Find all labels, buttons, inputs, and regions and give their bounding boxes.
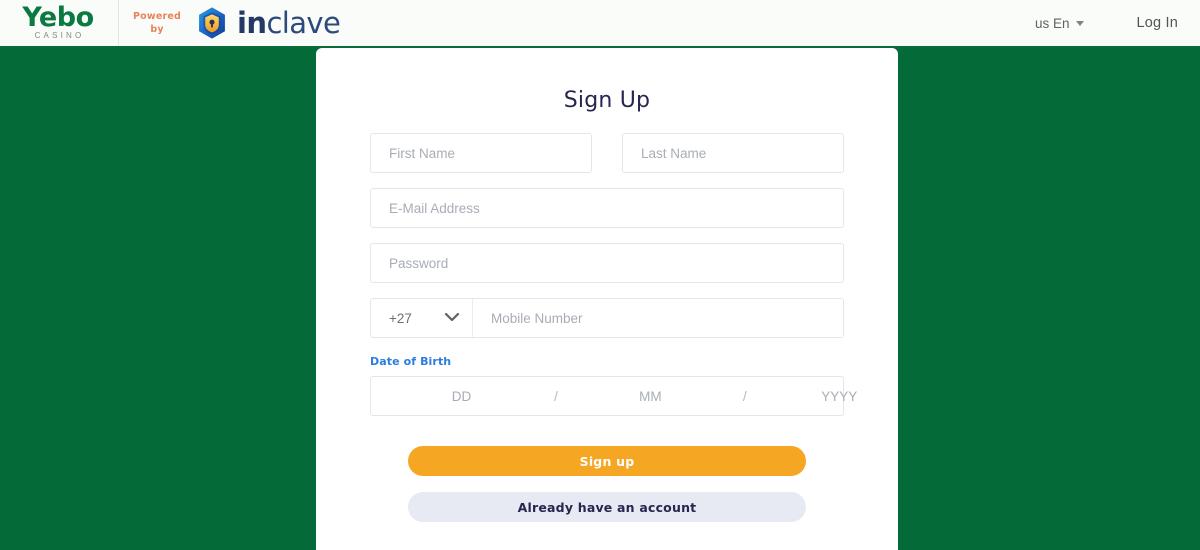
inclave-wordmark-light: clave (266, 6, 341, 40)
brand-subtitle: CASINO (34, 31, 85, 40)
date-of-birth-row: / / (370, 376, 930, 416)
password-input[interactable] (370, 243, 844, 283)
inclave-logo[interactable]: inclave (195, 6, 341, 40)
country-code-select[interactable]: +27 (371, 299, 473, 337)
name-row (370, 133, 844, 173)
inclave-wordmark-bold: in (237, 6, 267, 40)
dob-month-input[interactable] (559, 377, 741, 415)
date-of-birth-label: Date of Birth (370, 355, 452, 368)
page-background: Sign Up +27 Date of Bir (0, 48, 1200, 550)
email-input[interactable] (370, 188, 844, 228)
login-link[interactable]: Log In (1136, 15, 1178, 31)
dob-separator-1: / (554, 388, 558, 404)
inclave-wordmark: inclave (237, 6, 341, 40)
dob-year-input[interactable] (748, 377, 930, 415)
shield-lock-hexagon-icon (195, 6, 229, 40)
brand-name: Yebo (22, 2, 94, 33)
chevron-down-icon (444, 309, 460, 327)
page-title: Sign Up (563, 88, 651, 113)
language-selector-label: us En (1034, 15, 1070, 31)
powered-by-label: Powered by (133, 10, 181, 36)
mobile-row: +27 (370, 298, 844, 338)
mobile-number-input[interactable] (473, 299, 843, 337)
form-actions: Sign up Already have an account (316, 446, 898, 522)
dob-separator-2: / (742, 388, 747, 404)
signup-card: Sign Up +27 Date of Bir (316, 48, 930, 550)
first-name-input[interactable] (370, 133, 592, 173)
last-name-input[interactable] (622, 133, 844, 173)
yebo-casino-logo[interactable]: Yebo CASINO (0, 2, 110, 41)
dob-day-input[interactable] (371, 377, 552, 415)
powered-by-line1: Powered (133, 11, 182, 22)
language-selector[interactable]: us En (1035, 16, 1085, 31)
site-header: Yebo CASINO Powered by inclave us En Log… (0, 0, 1200, 48)
already-have-account-button[interactable]: Already have an account (408, 492, 806, 522)
signup-form: +27 Date of Birth / / (316, 133, 930, 416)
sign-up-button[interactable]: Sign up (408, 446, 806, 476)
header-right-actions: us En Log In (1035, 15, 1200, 31)
header-divider (118, 0, 119, 46)
powered-by-line2: by (150, 24, 164, 35)
country-code-value: +27 (389, 310, 412, 326)
caret-down-icon (1076, 20, 1085, 26)
